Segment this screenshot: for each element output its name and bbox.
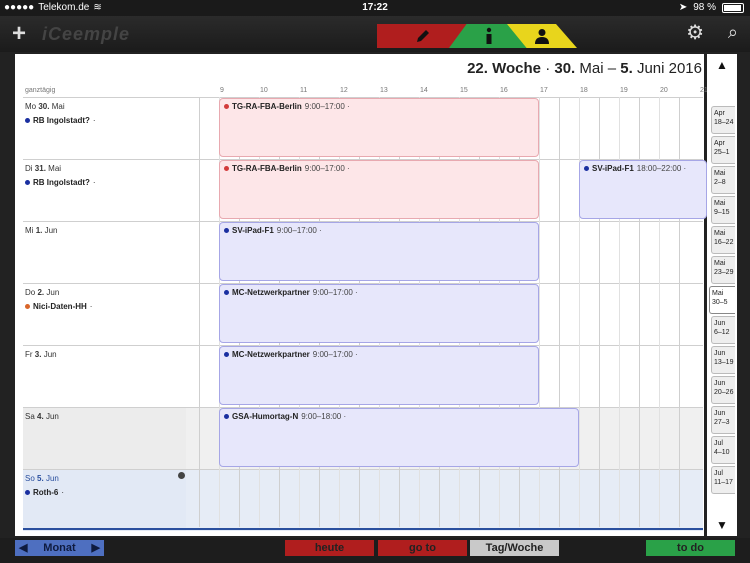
hour-label: 10 [260,87,268,94]
hour-header: ganztägig 9 10 11 12 13 14 15 16 17 18 19 20 21 [23,87,708,97]
edit-icon [417,30,429,42]
week-tab[interactable]: Jun 6–12 [711,316,735,344]
hour-label: 16 [500,87,508,94]
allday-event[interactable]: Nici-Daten-HH · [25,302,92,311]
day-row[interactable]: So 5. Jun Roth-6 · [23,469,703,531]
week-tab[interactable]: Mai 2–8 [711,166,735,194]
hour-label: 9 [220,87,224,94]
event-dot-icon [224,352,229,357]
calendar-event[interactable]: MC-Netzwerkpartner 9:00–17:00 · [219,346,539,405]
add-icon[interactable]: + [12,22,26,46]
day-allday-cell[interactable]: Do 2. Jun Nici-Daten-HH · [23,284,186,345]
day-allday-cell[interactable]: Fr 3. Jun [23,346,186,407]
calendar-event[interactable]: TG-RA-FBA-Berlin 9:00–17:00 · [219,98,539,157]
day-allday-cell[interactable]: So 5. Jun Roth-6 · [23,470,186,531]
bottom-bar: ◀ Monat ▶ heute go to Tag/Woche to do [0,538,750,563]
day-label: Mi 1. Jun [25,226,58,235]
day-week-button[interactable]: Tag/Woche [470,540,559,556]
week-tab[interactable]: Jul 11–17 [711,466,735,494]
status-bar: ●●●●● Telekom.de ≋ 17:22 ➤ 98 % [0,0,750,16]
day-allday-cell[interactable]: Mo 30. Mai RB Ingolstadt? · [23,98,186,159]
week-strip: ▲ ▼ Apr 18–24 Apr 25–1 Mai 2–8 Mai 9–15 Mai 16–22… [707,54,737,536]
week-tab[interactable]: Jun 13–19 [711,346,735,374]
week-tab[interactable]: Mai 9–15 [711,196,735,224]
today-button[interactable]: heute [285,540,374,556]
today-marker-icon [178,472,185,479]
day-allday-cell[interactable]: Di 31. Mai RB Ingolstadt? · [23,160,186,221]
event-dot-icon [224,290,229,295]
hour-label: 19 [620,87,628,94]
calendar-event[interactable]: GSA-Humortag-N 9:00–18:00 · [219,408,579,467]
event-dot-icon [25,490,30,495]
hour-label: 14 [420,87,428,94]
week-tab[interactable]: Apr 18–24 [711,106,735,134]
event-dot-icon [25,118,30,123]
day-allday-cell[interactable]: Mi 1. Jun [23,222,186,283]
status-right: ➤ 98 % [679,2,744,13]
week-view: 22. Woche · 30. Mai – 5. Juni 2016 ganzt… [15,54,708,536]
week-tab[interactable]: Jul 4–10 [711,436,735,464]
hour-label: 11 [300,87,308,94]
prev-arrow-icon[interactable]: ◀ [19,540,27,556]
info-icon [486,27,492,44]
week-tab[interactable]: Jun 20–26 [711,376,735,404]
event-dot-icon [25,180,30,185]
location-icon: ➤ [678,2,688,13]
month-button[interactable]: ◀ Monat ▶ [15,540,104,556]
page-title: 22. Woche · 30. Mai – 5. Juni 2016 [467,60,702,77]
hour-label: 15 [460,87,468,94]
battery-label: 98 % [693,2,716,13]
allday-event[interactable]: RB Ingolstadt? · [25,178,96,187]
month-label: Monat [43,542,76,554]
day-label: Fr 3. Jun [25,350,57,359]
day-label: So 5. Jun [25,474,59,483]
event-dot-icon [224,414,229,419]
battery-icon [722,2,744,13]
week-tab[interactable]: Mai 23–29 [711,256,735,284]
clock: 17:22 [362,2,388,13]
calendar-event[interactable]: MC-Netzwerkpartner 9:00–17:00 · [219,284,539,343]
day-label: Do 2. Jun [25,288,60,297]
week-tab[interactable]: Apr 25–1 [711,136,735,164]
event-dot-icon [224,104,229,109]
allday-event[interactable]: Roth-6 · [25,488,64,497]
event-dot-icon [25,304,30,309]
hour-label: 18 [580,87,588,94]
toolbar: + iCeemple ⚙ ⌕ [0,16,750,52]
week-grid: ganztägig 9 10 11 12 13 14 15 16 17 18 19 20 21 Mo 3… [23,87,708,531]
calendar-event[interactable]: TG-RA-FBA-Berlin 9:00–17:00 · [219,160,539,219]
gear-icon[interactable]: ⚙ [686,23,704,43]
grid-line [199,97,200,527]
calendar-event[interactable]: SV-iPad-F1 18:00–22:00 · [579,160,707,219]
todo-button[interactable]: to do [646,540,735,556]
hour-label: 20 [660,87,668,94]
next-arrow-icon[interactable]: ▶ [92,540,100,556]
event-dot-icon [224,228,229,233]
today-underline [23,528,703,530]
event-dot-icon [224,166,229,171]
day-label: Mo 30. Mai [25,102,65,111]
week-tab[interactable]: Mai 30–5 [709,286,735,314]
goto-button[interactable]: go to [378,540,467,556]
day-allday-cell[interactable]: Sa 4. Jun [23,408,186,469]
day-label: Sa 4. Jun [25,412,59,421]
allday-label: ganztägig [25,87,56,94]
week-up-arrow-icon[interactable]: ▲ [707,58,737,72]
contacts-icon [535,29,549,44]
day-label: Di 31. Mai [25,164,62,173]
app-logo: iCeemple [42,24,131,44]
week-tab[interactable]: Jun 27–3 [711,406,735,434]
hour-label: 17 [540,87,548,94]
calendar-event[interactable]: SV-iPad-F1 9:00–17:00 · [219,222,539,281]
search-icon[interactable]: ⌕ [728,22,738,42]
hour-label: 12 [340,87,348,94]
event-dot-icon [584,166,589,171]
allday-event[interactable]: RB Ingolstadt? · [25,116,96,125]
view-tabs [377,24,577,48]
hour-label: 13 [380,87,388,94]
week-down-arrow-icon[interactable]: ▼ [707,518,737,532]
week-tab[interactable]: Mai 16–22 [711,226,735,254]
